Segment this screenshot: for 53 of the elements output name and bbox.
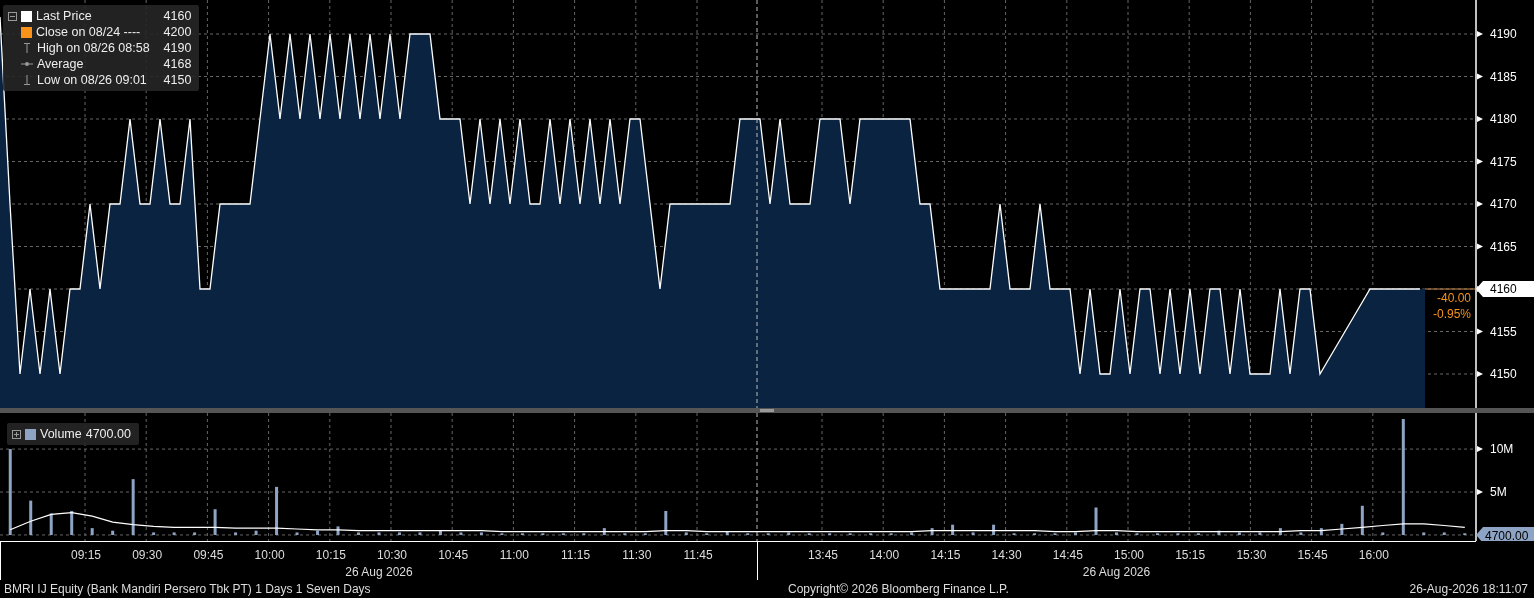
timestamp: 26-Aug-2026 18:11:07 bbox=[1409, 582, 1528, 596]
legend-label: Low on 08/26 09:01 bbox=[37, 73, 147, 87]
x-axis-label: 13:45 bbox=[808, 548, 838, 562]
price-change-percent: -0.95% bbox=[1432, 307, 1471, 321]
x-axis-label: 14:15 bbox=[930, 548, 961, 562]
x-axis-label: 15:00 bbox=[1114, 548, 1144, 562]
legend-label: Close on 08/24 ---- bbox=[36, 25, 141, 39]
legend-value: 4160 bbox=[162, 9, 192, 23]
last-volume-badge: 4700.00 bbox=[1476, 526, 1534, 541]
y-axis-label: 4180 bbox=[1490, 112, 1517, 126]
x-axis-label: 10:30 bbox=[377, 548, 407, 562]
y-axis-label: 4170 bbox=[1490, 197, 1517, 211]
x-axis-label: 16:00 bbox=[1358, 548, 1389, 562]
x-axis-label: 11:15 bbox=[561, 548, 591, 562]
y-axis-label: 4165 bbox=[1490, 239, 1517, 254]
x-axis-label: 11:45 bbox=[683, 548, 713, 562]
x-axis-label: 09:30 bbox=[132, 548, 163, 562]
x-axis-label: 14:30 bbox=[991, 548, 1022, 562]
y-tick-label: 4160 bbox=[1490, 282, 1518, 296]
y-axis-label: 4155 bbox=[1490, 324, 1517, 339]
legend-label: Volume bbox=[40, 427, 82, 441]
x-axis-label: 15:45 bbox=[1297, 548, 1328, 562]
legend-label: High on 08/26 08:58 bbox=[37, 41, 150, 55]
date-label: 26 Aug 2026 bbox=[1082, 565, 1151, 579]
x-axis-label: 11:00 bbox=[499, 548, 529, 562]
x-axis-label: 15:30 bbox=[1236, 548, 1267, 562]
legend-value: 4200 bbox=[162, 25, 192, 39]
security-description: BMRI IJ Equity (Bank Mandiri Persero Tbk PT) 1 Days 1 Seven Days bbox=[4, 582, 372, 596]
y-axis-label: 4185 bbox=[1490, 69, 1517, 84]
y-axis-label: 10M bbox=[1490, 442, 1514, 457]
x-axis-label: 10:15 bbox=[315, 548, 346, 562]
legend-label: Average bbox=[37, 57, 84, 71]
y-axis-label: 4190 bbox=[1490, 27, 1517, 41]
x-axis-label: 11:30 bbox=[622, 548, 652, 562]
price-change: -40.00 bbox=[1436, 291, 1471, 305]
x-axis-label: 15:15 bbox=[1175, 548, 1206, 562]
legend-value: 4190 bbox=[162, 41, 192, 55]
legend-label: Last Price bbox=[36, 9, 92, 23]
x-axis-label: 10:45 bbox=[438, 548, 469, 562]
legend-value: 4150 bbox=[162, 73, 192, 87]
x-axis-label: 14:45 bbox=[1052, 548, 1083, 562]
copyright-text: Copyright© 2026 Bloomberg Finance L.P. bbox=[788, 582, 1010, 596]
y-axis-label: 4150 bbox=[1490, 367, 1517, 381]
x-axis-label: 14:00 bbox=[869, 548, 900, 562]
last-price-badge: 4160 bbox=[1476, 281, 1534, 297]
legend-value: 4168 bbox=[162, 57, 192, 71]
x-axis-label: 09:15 bbox=[71, 548, 101, 562]
x-axis-label: 09:45 bbox=[193, 548, 224, 562]
date-label: 26 Aug 2026 bbox=[345, 565, 413, 579]
y-axis-label: 5M bbox=[1490, 485, 1507, 500]
x-axis-label: 10:00 bbox=[254, 548, 285, 562]
legend-value: 4700.00 bbox=[85, 427, 131, 441]
y-axis-label: 4175 bbox=[1490, 154, 1517, 169]
